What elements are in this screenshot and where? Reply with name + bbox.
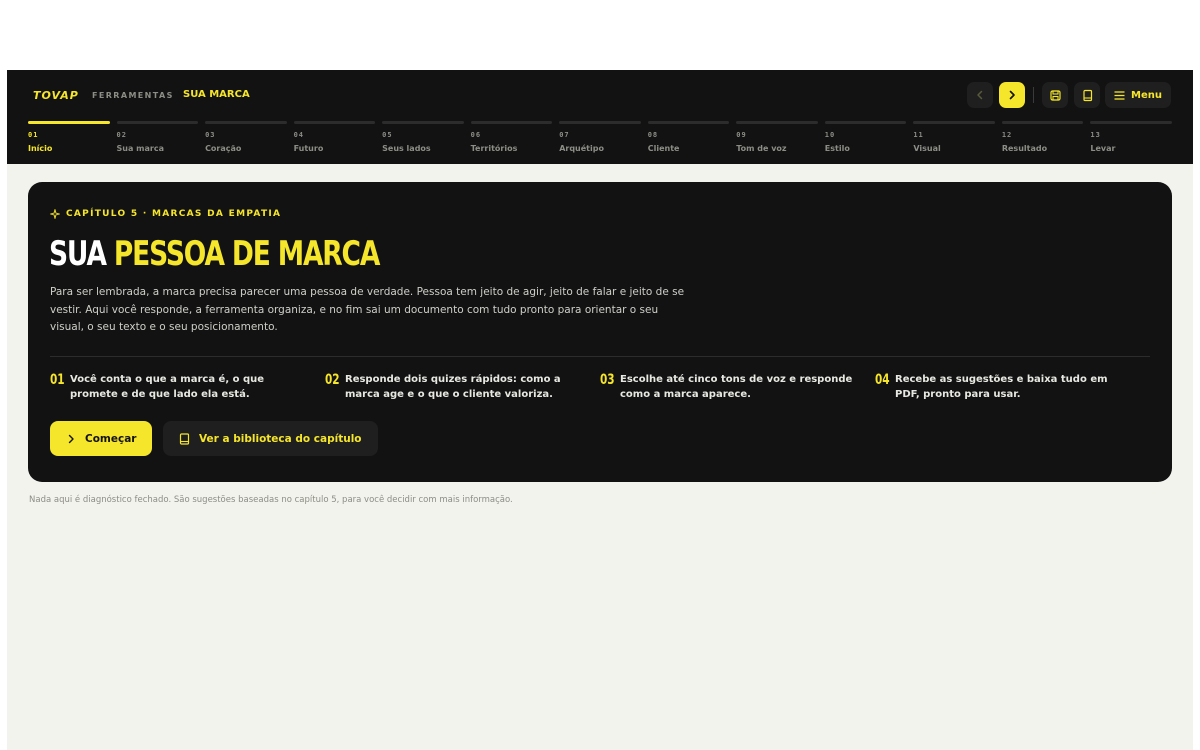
step-number: 09 (736, 131, 747, 139)
step-bar (1090, 121, 1172, 124)
book-icon (1082, 89, 1092, 101)
step-number: 02 (116, 131, 127, 139)
step-bar (736, 121, 818, 124)
overview-number: 01 (50, 372, 65, 388)
top-bar: TOVAP FERRAMENTAS SUA MARCA Menu 01 Iníci… (7, 70, 1193, 164)
step-bar (1001, 121, 1084, 124)
chevron-right-icon (1009, 90, 1015, 100)
prev-button[interactable] (967, 82, 993, 108)
step-number: 13 (1090, 131, 1101, 139)
start-button[interactable]: Começar (50, 421, 153, 456)
overview-number: 02 (325, 372, 340, 388)
step-bar (116, 121, 199, 124)
chevron-left-icon (977, 90, 983, 100)
divider (50, 356, 1150, 357)
step-label: Visual (913, 144, 941, 153)
step-bar (470, 121, 553, 124)
step-item[interactable]: 11 Visual (913, 121, 995, 161)
step-item[interactable]: 09 Tom de voz (736, 121, 818, 161)
step-label: Arquétipo (559, 144, 604, 153)
app-window: TOVAP FERRAMENTAS SUA MARCA Menu 01 Iníci… (7, 70, 1193, 750)
step-number: 08 (647, 131, 659, 139)
overview-item: 01 Você conta o que a marca é, o que prom… (50, 372, 325, 402)
step-label: Levar (1090, 144, 1116, 153)
logo[interactable]: TOVAP (33, 89, 79, 102)
step-item[interactable]: 07 Arquétipo (559, 121, 641, 161)
step-label: Tom de voz (736, 144, 787, 153)
step-number: 03 (205, 131, 216, 139)
steps-overview: 01 Você conta o que a marca é, o que prom… (50, 372, 1150, 402)
step-bar (28, 121, 110, 124)
step-item[interactable]: 02 Sua marca (116, 121, 199, 161)
overview-item: 04 Recebe as sugestões e baixa tudo em PD… (875, 372, 1150, 402)
step-label: Sua marca (116, 144, 164, 153)
step-label: Seus lados (382, 144, 431, 153)
step-item[interactable]: 06 Territórios (470, 121, 553, 161)
overview-number: 03 (600, 372, 615, 388)
chapter-label: CAPÍTULO 5 · MARCAS DA EMPATIA (66, 209, 282, 219)
save-icon (1049, 89, 1061, 101)
step-item[interactable]: 04 Futuro (293, 121, 376, 161)
step-label: Territórios (470, 144, 518, 153)
step-bar (647, 121, 730, 124)
step-number: 05 (382, 131, 393, 139)
step-label: Futuro (293, 144, 324, 153)
step-label: Estilo (824, 144, 850, 153)
overview-text: Recebe as sugestões e baixa tudo em PDF,… (895, 374, 1108, 400)
step-item[interactable]: 03 Coração (205, 121, 287, 161)
step-number: 10 (824, 131, 836, 139)
step-number: 12 (1001, 131, 1013, 139)
overview-text: Responde dois quizes rápidos: como a mar… (345, 374, 561, 400)
overview-text: Você conta o que a marca é, o que promet… (70, 374, 265, 400)
step-bar (293, 121, 376, 124)
overview-item: 03 Escolhe até cinco tons de voz e respon… (600, 372, 875, 402)
sparkle-icon (50, 209, 60, 219)
step-label: Cliente (647, 144, 680, 153)
step-item[interactable]: 12 Resultado (1001, 121, 1084, 161)
overview-number: 04 (875, 372, 890, 388)
step-item[interactable]: 01 Início (28, 121, 110, 161)
save-button[interactable] (1042, 82, 1068, 108)
step-label: Coração (205, 144, 242, 153)
step-bar (824, 121, 907, 124)
step-item[interactable]: 05 Seus lados (382, 121, 464, 161)
start-button-label: Começar (85, 432, 137, 445)
intro-paragraph: Para ser lembrada, a marca precisa parec… (50, 286, 685, 333)
chapter-eyebrow: CAPÍTULO 5 · MARCAS DA EMPATIA (50, 209, 281, 219)
intro-card: CAPÍTULO 5 · MARCAS DA EMPATIA SUA PESSO… (28, 182, 1172, 482)
step-number: 07 (559, 131, 570, 139)
step-number: 11 (913, 131, 924, 139)
library-link-button[interactable]: Ver a biblioteca do capítulo (163, 421, 378, 456)
step-bar (382, 121, 464, 124)
hamburger-icon (1114, 90, 1125, 100)
chevron-right-icon (68, 434, 74, 443)
library-button[interactable] (1074, 82, 1100, 108)
step-number: 01 (28, 131, 39, 139)
next-button[interactable] (999, 82, 1025, 108)
page-title: SUA PESSOA DE MARCA (49, 234, 380, 274)
book-icon (179, 432, 190, 445)
library-button-label: Ver a biblioteca do capítulo (199, 432, 362, 445)
toolbar-divider (1033, 87, 1034, 103)
step-item[interactable]: 10 Estilo (824, 121, 907, 161)
brand-link[interactable]: SUA MARCA (183, 89, 250, 100)
step-item[interactable]: 08 Cliente (647, 121, 730, 161)
overview-text: Escolhe até cinco tons de voz e responde… (620, 374, 853, 400)
disclaimer-note: Nada aqui é diagnóstico fechado. São sug… (29, 495, 513, 505)
step-label: Resultado (1001, 144, 1048, 153)
step-item[interactable]: 13 Levar (1090, 121, 1172, 161)
step-bar (205, 121, 287, 124)
step-bar (913, 121, 995, 124)
title-white: SUA (49, 234, 107, 274)
tools-link[interactable]: FERRAMENTAS (92, 91, 174, 100)
menu-label: Menu (1131, 89, 1162, 101)
step-number: 04 (293, 131, 305, 139)
overview-item: 02 Responde dois quizes rápidos: como a m… (325, 372, 600, 402)
step-bar (559, 121, 641, 124)
step-progress: 01 Início 02 Sua marca 03 Coração 04 Futuro … (28, 121, 1172, 161)
title-yellow: PESSOA DE MARCA (113, 234, 380, 274)
step-number: 06 (470, 131, 482, 139)
menu-button[interactable]: Menu (1105, 82, 1171, 108)
step-label: Início (28, 144, 53, 153)
